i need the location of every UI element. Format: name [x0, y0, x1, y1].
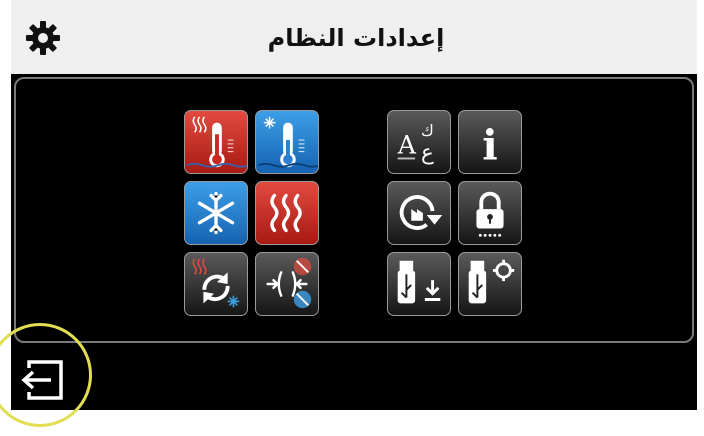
thermostat-screen: إعدادات النظام A ع ك i — [11, 0, 697, 410]
header-bar: إعدادات النظام — [11, 0, 697, 74]
language-tile[interactable]: A ع ك — [387, 110, 451, 174]
language-glyph-arabic: ع — [421, 140, 434, 165]
factory-reset-icon — [399, 195, 443, 230]
lock-tile[interactable] — [458, 181, 522, 245]
language-icon: A ع ك — [397, 122, 434, 165]
language-glyph-small: ك — [421, 122, 434, 140]
settings-panel: A ع ك i — [14, 77, 694, 343]
exit-icon — [21, 360, 63, 400]
gear-icon[interactable] — [23, 18, 63, 58]
snowflake-icon — [197, 191, 235, 235]
lock-icon — [476, 191, 504, 237]
usb-settings-icon — [468, 259, 515, 304]
deadband-tile[interactable] — [255, 252, 319, 316]
changeover-mode-tile[interactable] — [184, 252, 248, 316]
thermometer-heat-icon — [186, 116, 247, 168]
info-tile[interactable]: i — [458, 110, 522, 174]
usb-settings-tile[interactable] — [458, 252, 522, 316]
factory-reset-tile[interactable] — [387, 181, 451, 245]
thermometer-cool-icon — [257, 116, 318, 168]
page-title: إعدادات النظام — [267, 24, 445, 52]
info-icon: i — [482, 121, 497, 169]
deadband-icon — [266, 257, 312, 309]
usb-download-tile[interactable] — [387, 252, 451, 316]
heating-mode-tile[interactable] — [255, 181, 319, 245]
heat-waves-icon — [270, 193, 302, 233]
heat-cool-changeover-icon — [192, 258, 240, 308]
usb-download-icon — [397, 260, 441, 304]
cooling-temperature-tile[interactable] — [255, 110, 319, 174]
heating-temperature-tile[interactable] — [184, 110, 248, 174]
language-glyph-latin: A — [397, 131, 417, 160]
cooling-mode-tile[interactable] — [184, 181, 248, 245]
exit-button[interactable] — [11, 348, 75, 410]
info-glyph: i — [482, 121, 497, 169]
